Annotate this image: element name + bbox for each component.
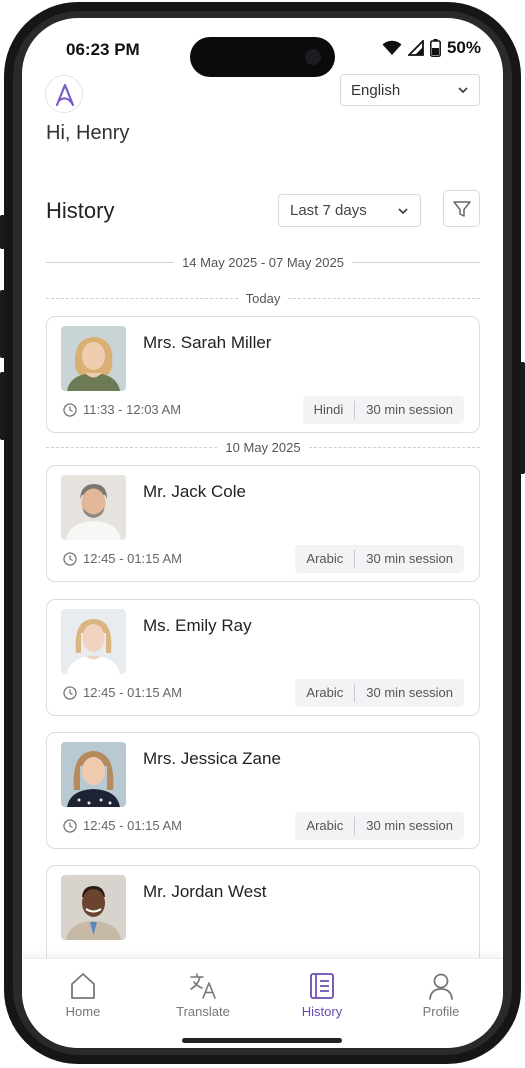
side-button [0, 372, 5, 440]
nav-history[interactable]: History [272, 971, 372, 1019]
greeting: Hi, Henry [46, 122, 130, 144]
wifi-icon [382, 40, 402, 55]
session-time-text: 11:33 - 12:03 AM [83, 402, 182, 417]
session-tags: Arabic 30 min session [295, 545, 464, 573]
nav-translate[interactable]: Translate [153, 971, 253, 1019]
session-card[interactable]: Mr. Jack Cole 12:45 - 01:15 AM Arabic 30… [46, 465, 480, 582]
nav-label: History [301, 1004, 343, 1019]
page-title: History [46, 198, 115, 223]
side-button [0, 215, 5, 249]
session-card[interactable]: Mrs. Sarah Miller 11:33 - 12:03 AM Hindi… [46, 316, 480, 433]
battery-percentage: 50% [446, 38, 481, 57]
language-select[interactable]: English [340, 74, 480, 106]
session-name: Mrs. Jessica Zane [143, 749, 281, 768]
group-divider-today: Today [46, 291, 481, 306]
battery-icon [430, 39, 441, 57]
group-label: Today [245, 291, 281, 306]
chevron-down-icon [458, 87, 468, 94]
avatar [61, 326, 126, 391]
logo-icon [55, 83, 75, 107]
avatar [61, 875, 126, 940]
session-time-text: 12:45 - 01:15 AM [83, 818, 183, 833]
duration-tag: 30 min session [366, 818, 453, 833]
language-tag: Arabic [306, 551, 344, 566]
session-time-text: 12:45 - 01:15 AM [83, 551, 183, 566]
session-name: Mr. Jack Cole [143, 482, 246, 501]
bottom-navigation: Home Translate History Profile [22, 958, 503, 1048]
language-tag: Hindi [313, 402, 344, 417]
session-time-text: 12:45 - 01:15 AM [83, 685, 183, 700]
date-range-select-value: Last 7 days [290, 202, 367, 219]
session-name: Ms. Emily Ray [143, 616, 252, 635]
signal-icon [407, 40, 424, 56]
nav-label: Profile [422, 1004, 460, 1019]
language-tag: Arabic [306, 818, 344, 833]
session-tags: Hindi 30 min session [302, 396, 464, 424]
clock-icon [63, 402, 77, 417]
dynamic-island [190, 37, 335, 77]
session-time: 12:45 - 01:15 AM [63, 818, 182, 833]
session-tags: Arabic 30 min session [295, 679, 464, 707]
group-label: 10 May 2025 [225, 440, 301, 455]
clock-icon [63, 685, 77, 700]
status-time: 06:23 PM [66, 40, 140, 59]
home-icon [71, 973, 95, 999]
camera-dot [305, 49, 321, 65]
date-range-divider: 14 May 2025 - 07 May 2025 [46, 255, 481, 270]
status-bar: 06:23 PM 50% [22, 18, 503, 78]
session-time: 12:45 - 01:15 AM [63, 551, 182, 566]
app-logo [45, 75, 83, 113]
filter-icon [452, 200, 471, 217]
session-name: Mrs. Sarah Miller [143, 333, 272, 352]
group-divider-date: 10 May 2025 [46, 440, 481, 455]
duration-tag: 30 min session [366, 402, 453, 417]
date-range-select[interactable]: Last 7 days [278, 194, 421, 227]
avatar [61, 609, 126, 674]
nav-home[interactable]: Home [33, 971, 133, 1019]
session-time: 12:45 - 01:15 AM [63, 685, 182, 700]
app-screen: 06:23 PM 50% English Hi, Henry History L… [22, 18, 503, 1048]
clock-icon [63, 551, 77, 566]
clock-icon [63, 818, 77, 833]
session-card[interactable]: Ms. Emily Ray 12:45 - 01:15 AM Arabic 30… [46, 599, 480, 716]
language-select-value: English [351, 81, 401, 99]
status-icons: 50% [382, 38, 481, 58]
duration-tag: 30 min session [366, 551, 453, 566]
nav-label: Home [65, 1004, 101, 1019]
session-name: Mr. Jordan West [143, 882, 267, 901]
filter-button[interactable] [443, 190, 480, 227]
profile-icon [429, 973, 453, 1000]
date-range-label: 14 May 2025 - 07 May 2025 [182, 255, 344, 270]
history-icon [310, 973, 334, 999]
language-tag: Arabic [306, 685, 344, 700]
avatar [61, 475, 126, 540]
duration-tag: 30 min session [366, 685, 453, 700]
avatar [61, 742, 126, 807]
nav-profile[interactable]: Profile [391, 971, 491, 1019]
nav-label: Translate [176, 1004, 230, 1019]
home-indicator [182, 1038, 342, 1043]
translate-icon [190, 973, 216, 999]
side-button [520, 362, 525, 474]
session-tags: Arabic 30 min session [295, 812, 464, 840]
session-card[interactable]: Mrs. Jessica Zane 12:45 - 01:15 AM Arabi… [46, 732, 480, 849]
side-button [0, 290, 5, 358]
chevron-down-icon [398, 207, 408, 214]
session-time: 11:33 - 12:03 AM [63, 402, 181, 417]
